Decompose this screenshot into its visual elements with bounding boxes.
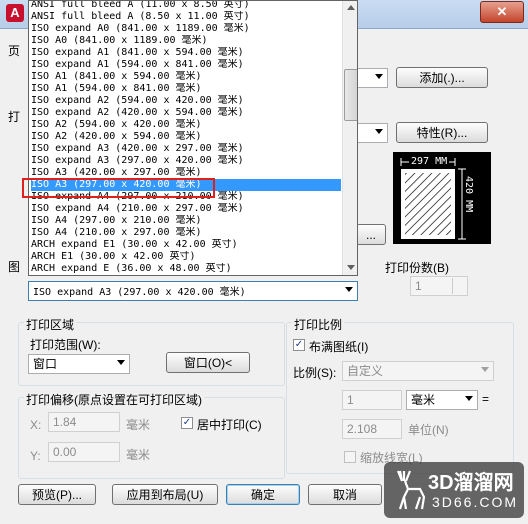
ok-button[interactable]: 确定: [226, 484, 300, 505]
paper-size-item[interactable]: ISO expand A1 (841.00 x 594.00 毫米): [31, 47, 341, 59]
paper-size-item[interactable]: ARCH expand E (36.00 x 48.00 英寸): [31, 263, 341, 275]
copies-label: 打印份数(B): [385, 261, 449, 275]
scale-unit-value: 毫米: [411, 393, 436, 407]
paper-size-item[interactable]: ISO expand A3 (297.00 x 420.00 毫米): [31, 155, 341, 167]
plot-offset-title: 打印偏移(原点设置在可打印区域): [24, 391, 204, 408]
y-label: Y:: [30, 449, 41, 463]
equals-label: =: [482, 392, 490, 406]
chevron-down-icon: [117, 360, 125, 365]
x-unit: 毫米: [126, 418, 151, 432]
printer-combo-edge[interactable]: [356, 68, 388, 88]
dropdown-scrollbar[interactable]: [342, 1, 357, 275]
check-icon: ✓: [182, 417, 192, 428]
plot-range-combo[interactable]: 窗口: [28, 354, 130, 374]
site-watermark: 3D溜溜网 3D66.COM: [384, 462, 524, 518]
chevron-down-icon: [375, 129, 383, 134]
watermark-main-text: 3D溜溜网: [428, 472, 514, 494]
scale-value1-field[interactable]: 1: [342, 390, 402, 410]
units-label: 单位(N): [408, 423, 449, 437]
paper-size-item[interactable]: ISO expand A2 (594.00 x 420.00 毫米): [31, 95, 341, 107]
y-unit: 毫米: [126, 448, 151, 462]
paper-size-item[interactable]: ARCH expand E1 (30.00 x 42.00 英寸): [31, 239, 341, 251]
scroll-up-icon[interactable]: [347, 5, 355, 10]
deer-logo-icon: [396, 470, 426, 510]
chevron-down-icon: [345, 287, 353, 292]
fragment-label-b: 打: [8, 110, 21, 124]
window-button[interactable]: 窗口(O)<: [166, 352, 250, 373]
fit-to-paper-label: 布满图纸(I): [309, 340, 369, 354]
plot-offset-group: [18, 397, 285, 479]
paper-preview: 297 MM 420 MM: [393, 152, 491, 244]
chevron-down-icon: [465, 396, 473, 401]
scroll-down-icon[interactable]: [347, 265, 355, 270]
paper-size-item[interactable]: ISO A0 (841.00 x 1189.00 毫米): [31, 35, 341, 47]
apply-to-layout-button[interactable]: 应用到布局(U): [112, 484, 218, 505]
paper-size-item[interactable]: ANSI full bleed A (8.50 x 11.00 英寸): [31, 11, 341, 23]
paper-size-item[interactable]: ISO A1 (594.00 x 841.00 毫米): [31, 83, 341, 95]
center-plot-label: 居中打印(C): [197, 418, 262, 432]
center-plot-checkbox[interactable]: ✓: [181, 417, 193, 429]
paper-size-item[interactable]: ISO A2 (420.00 x 594.00 毫米): [31, 131, 341, 143]
preview-width-label: 297 MM: [409, 156, 450, 167]
page-setup-dialog: A ✕ 页 打 图 添加(.)... 特性(R)... ... 297 MM 4…: [0, 0, 528, 524]
check-icon: ✓: [294, 339, 304, 350]
fragment-label-c: 图: [8, 260, 21, 274]
plot-scale-title: 打印比例: [292, 316, 345, 333]
watermark-sub-text: 3D66.COM: [432, 494, 519, 510]
highlight-annotation-box: [22, 178, 215, 198]
y-offset-field[interactable]: 0.00: [48, 442, 120, 462]
paper-size-item[interactable]: ISO expand A4 (210.00 x 297.00 毫米): [31, 203, 341, 215]
copies-spinner[interactable]: 1: [410, 276, 468, 296]
paper-size-dropdown-list[interactable]: ANSI full bleed A (11.00 x 8.50 英寸) ANSI …: [28, 0, 358, 276]
paper-size-item[interactable]: ISO expand A1 (594.00 x 841.00 毫米): [31, 59, 341, 71]
chevron-down-icon: [375, 74, 383, 79]
spinner-arrows-icon[interactable]: [452, 278, 466, 294]
paper-size-item[interactable]: ARCH E1 (30.00 x 42.00 英寸): [31, 251, 341, 263]
scale-lineweights-checkbox[interactable]: [344, 451, 356, 463]
paper-size-item[interactable]: ISO A4 (297.00 x 210.00 毫米): [31, 215, 341, 227]
preview-button[interactable]: 预览(P)...: [18, 484, 96, 505]
fragment-label-a: 页: [8, 44, 21, 58]
preview-height-label: 420 MM: [463, 176, 474, 213]
paper-size-item[interactable]: ISO A2 (594.00 x 420.00 毫米): [31, 119, 341, 131]
paper-size-combo[interactable]: ISO expand A3 (297.00 x 420.00 毫米): [28, 281, 358, 301]
scale-label: 比例(S):: [293, 366, 337, 380]
scroll-thumb[interactable]: [344, 69, 357, 121]
x-label: X:: [30, 418, 42, 432]
plot-range-value: 窗口: [33, 357, 58, 371]
chevron-down-icon: [481, 367, 489, 372]
copies-value: 1: [415, 279, 422, 293]
paper-size-item[interactable]: ISO A1 (841.00 x 594.00 毫米): [31, 71, 341, 83]
scale-combo[interactable]: 自定义: [342, 361, 494, 381]
cancel-button[interactable]: 取消: [308, 484, 382, 505]
paper-size-item[interactable]: ISO expand A0 (841.00 x 1189.00 毫米): [31, 23, 341, 35]
paper-size-item[interactable]: ISO A4 (210.00 x 297.00 毫米): [31, 227, 341, 239]
autocad-app-icon: A: [6, 4, 24, 22]
scale-value: 自定义: [347, 364, 384, 378]
paper-size-item[interactable]: ANSI full bleed A (11.00 x 8.50 英寸): [31, 1, 341, 11]
scale-unit-combo[interactable]: 毫米: [406, 390, 478, 410]
properties-button[interactable]: 特性(R)...: [396, 122, 488, 143]
pen-table-combo-edge[interactable]: [356, 123, 388, 143]
plot-range-label: 打印范围(W):: [30, 338, 101, 352]
ellipsis-button-edge[interactable]: ...: [356, 224, 386, 245]
paper-size-item[interactable]: ISO expand A2 (420.00 x 594.00 毫米): [31, 107, 341, 119]
fit-to-paper-checkbox[interactable]: ✓: [293, 339, 305, 351]
close-button[interactable]: ✕: [480, 1, 524, 23]
plot-area-title: 打印区域: [24, 316, 77, 333]
paper-size-selected: ISO expand A3 (297.00 x 420.00 毫米): [33, 287, 246, 298]
paper-size-item[interactable]: ISO expand A3 (420.00 x 297.00 毫米): [31, 143, 341, 155]
scale-value2-field[interactable]: 2.108: [342, 419, 402, 439]
add-button[interactable]: 添加(.)...: [396, 67, 488, 88]
x-offset-field[interactable]: 1.84: [48, 412, 120, 432]
